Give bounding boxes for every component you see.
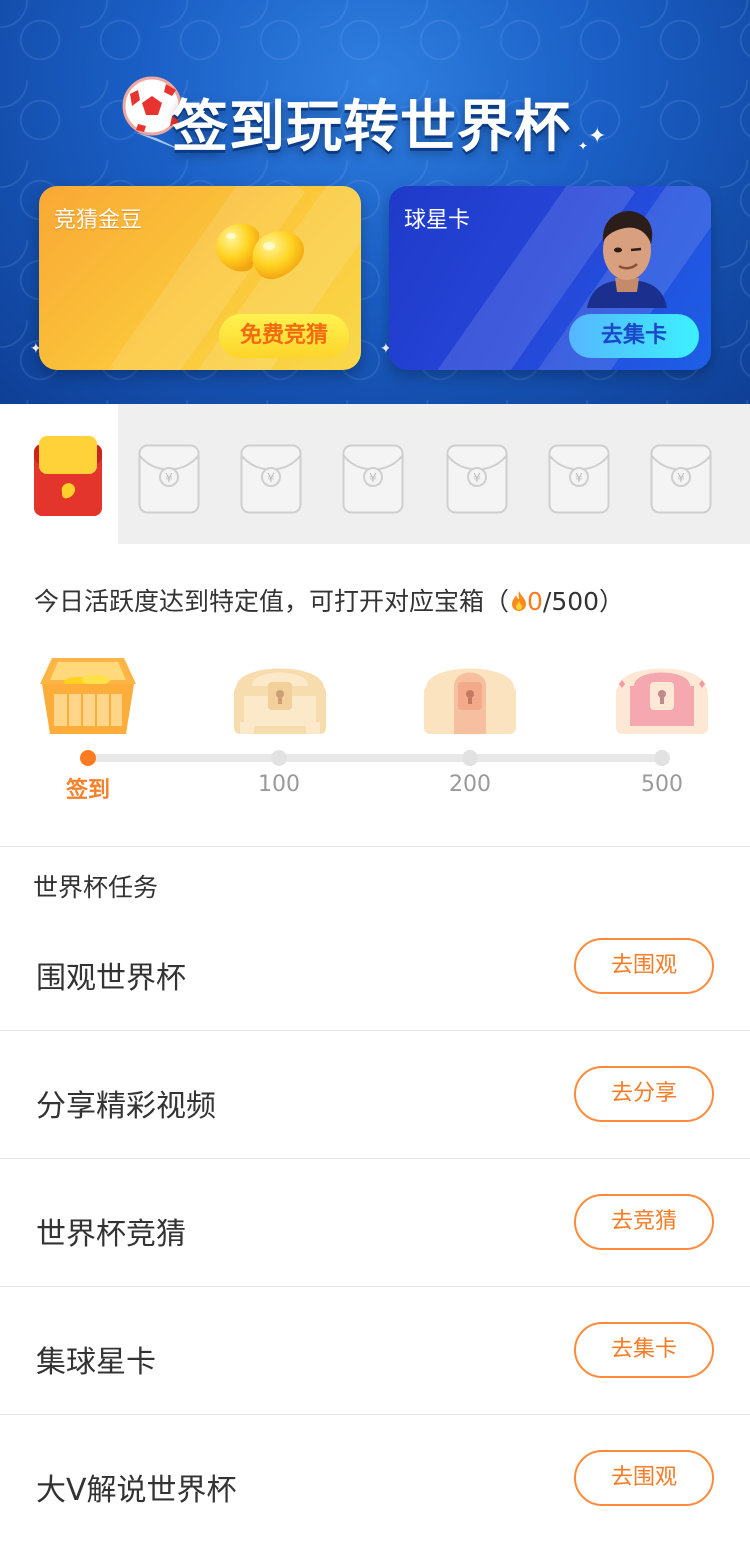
progress-dot-200 (462, 750, 478, 766)
red-packet-locked-icon: ¥ (548, 444, 610, 514)
progress-dot-checkin (80, 750, 96, 766)
task-go-button[interactable]: 去分享 (574, 1066, 714, 1122)
task-name: 围观世界杯 (36, 961, 186, 996)
red-packet-locked-icon: ¥ (342, 444, 404, 514)
activity-text: 今日活跃度达到特定值，可打开对应宝箱（ (34, 587, 510, 616)
svg-text:¥: ¥ (165, 471, 173, 485)
task-go-button[interactable]: 去围观 (574, 938, 714, 994)
tasks-section-title: 世界杯任务 (33, 873, 159, 902)
gold-bean-card[interactable]: 竞猜金豆 免费竞猜 (39, 186, 361, 370)
treasure-chest-locked-icon (424, 668, 516, 734)
row-divider (0, 1414, 750, 1415)
header-banner: 签到玩转世界杯 ✦ ✦ ✦ ✦ 竞猜金豆 免费竞猜 球星卡 去集卡 (0, 0, 750, 404)
progress-label-checkin: 签到 (65, 778, 110, 803)
progress-dot-100 (271, 750, 287, 766)
activity-description: 今日活跃度达到特定值，可打开对应宝箱（ 0/500） (34, 582, 624, 618)
progress-label-100: 100 (258, 772, 300, 797)
treasure-chest-locked-icon (616, 668, 708, 734)
row-divider (0, 1158, 750, 1159)
task-go-button[interactable]: 去竞猜 (574, 1194, 714, 1250)
task-row: 围观世界杯 去围观 (0, 915, 750, 1043)
activity-current-value: 0 (527, 587, 543, 616)
flame-icon (512, 591, 527, 611)
progress-label-500: 500 (641, 772, 683, 797)
svg-text:¥: ¥ (267, 471, 275, 485)
task-row: 集球星卡 去集卡 (0, 1299, 750, 1427)
red-packet-locked-icon: ¥ (650, 444, 712, 514)
collect-card-button[interactable]: 去集卡 (569, 314, 699, 358)
task-row: 世界杯竞猜 去竞猜 (0, 1171, 750, 1299)
activity-total: /500） (542, 587, 625, 616)
sparkle-icon: ✦ (588, 124, 607, 149)
progress-label-200: 200 (449, 772, 491, 797)
svg-text:¥: ¥ (473, 471, 481, 485)
task-name: 分享精彩视频 (36, 1089, 216, 1124)
activity-progress-track (88, 754, 662, 762)
treasure-chest-locked-icon (234, 668, 326, 734)
progress-dot-500 (654, 750, 670, 766)
row-divider (0, 1030, 750, 1031)
svg-text:¥: ¥ (575, 471, 583, 485)
star-card-title: 球星卡 (404, 208, 471, 233)
task-name: 世界杯竞猜 (36, 1217, 186, 1252)
red-packet-locked-icon: ¥ (446, 444, 508, 514)
red-packet-opened-icon[interactable] (34, 436, 102, 516)
red-packet-locked-icon: ¥ (138, 444, 200, 514)
svg-text:¥: ¥ (369, 471, 377, 485)
task-row: 分享精彩视频 去分享 (0, 1043, 750, 1171)
task-row: 大V解说世界杯 去围观 (0, 1427, 750, 1541)
banner-title-group: 签到玩转世界杯 ✦ ✦ (120, 68, 620, 168)
sparkle-icon: ✦ (578, 139, 589, 153)
red-packet-locked-icon: ¥ (240, 444, 302, 514)
free-guess-button[interactable]: 免费竞猜 (219, 314, 349, 358)
svg-text:¥: ¥ (677, 471, 685, 485)
gold-bean-card-title: 竞猜金豆 (54, 208, 143, 233)
star-card[interactable]: 球星卡 去集卡 (389, 186, 711, 370)
task-name: 集球星卡 (36, 1345, 156, 1380)
red-packet-row: ¥ ¥ ¥ ¥ ¥ ¥ (0, 404, 750, 544)
treasure-chest-open-icon[interactable] (38, 654, 138, 738)
gold-beans-icon (216, 223, 305, 280)
football-player-icon (587, 211, 667, 308)
section-divider (0, 846, 750, 847)
row-divider (0, 1286, 750, 1287)
task-go-button[interactable]: 去围观 (574, 1450, 714, 1506)
banner-title: 签到玩转世界杯 (172, 95, 571, 160)
task-name: 大V解说世界杯 (36, 1473, 237, 1508)
task-go-button[interactable]: 去集卡 (574, 1322, 714, 1378)
